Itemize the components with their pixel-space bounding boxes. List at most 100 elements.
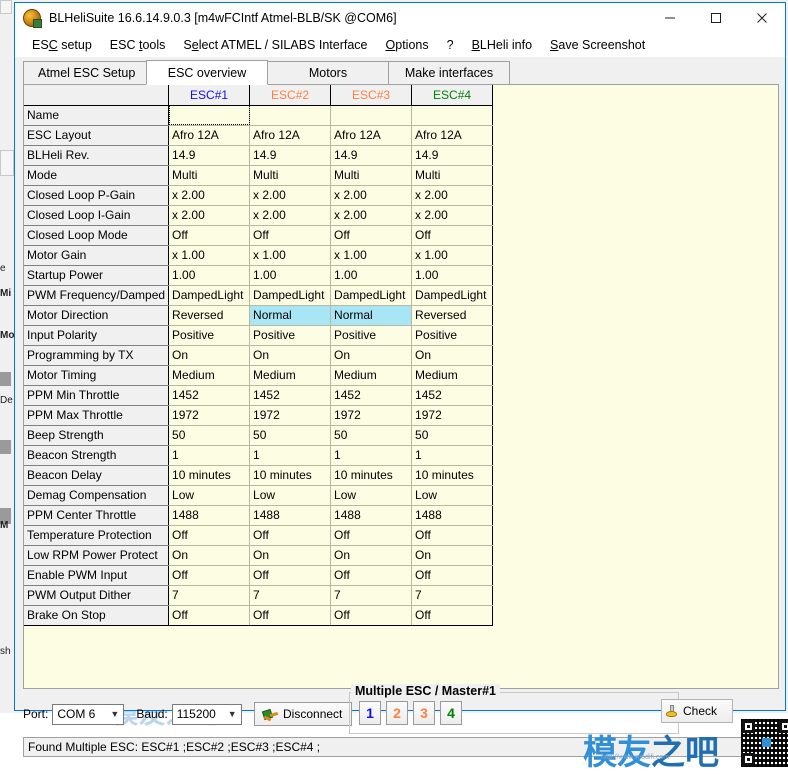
cell-4[interactable]: x 1.00 <box>411 245 494 266</box>
menu-help[interactable]: ? <box>438 36 463 54</box>
cell-3[interactable]: Low <box>330 485 413 506</box>
cell-3[interactable]: Medium <box>330 365 413 386</box>
tab-esc-overview[interactable]: ESC overview <box>146 60 268 85</box>
cell-1[interactable]: 1.00 <box>168 265 251 286</box>
cell-1[interactable]: x 1.00 <box>168 245 251 266</box>
cell-2[interactable]: Multi <box>249 165 332 186</box>
cell-4[interactable]: Off <box>411 225 494 246</box>
cell-2[interactable]: x 2.00 <box>249 205 332 226</box>
cell-2[interactable]: 1 <box>249 445 332 466</box>
cell-3[interactable]: On <box>330 545 413 566</box>
cell-4[interactable]: Medium <box>411 365 494 386</box>
cell-3[interactable]: Normal <box>330 305 413 326</box>
cell-3[interactable]: Off <box>330 565 413 586</box>
tab-atmel-esc-setup[interactable]: Atmel ESC Setup <box>23 61 147 84</box>
cell-4[interactable]: x 2.00 <box>411 205 494 226</box>
column-header-esc2[interactable]: ESC#2 <box>249 85 332 106</box>
disconnect-button[interactable]: Disconnect <box>253 702 352 726</box>
column-header-esc3[interactable]: ESC#3 <box>330 85 413 106</box>
menu-select-interface[interactable]: Select ATMEL / SILABS Interface <box>174 36 376 54</box>
cell-1[interactable]: 7 <box>168 585 251 606</box>
baud-select[interactable]: 115200 ▼ <box>171 703 242 725</box>
menu-save-screenshot[interactable]: Save Screenshot <box>541 36 654 54</box>
cell-2[interactable]: 1452 <box>249 385 332 406</box>
cell-1[interactable]: Off <box>168 605 251 626</box>
cell-3[interactable]: 10 minutes <box>330 465 413 486</box>
cell-3[interactable]: 14.9 <box>330 145 413 166</box>
close-icon[interactable] <box>739 3 785 33</box>
cell-2[interactable]: DampedLight <box>249 285 332 306</box>
esc-overview-grid-panel[interactable]: ESC#1 ESC#2 ESC#3 ESC#4 Name ESC Layout Af… <box>23 85 779 689</box>
cell-3[interactable]: 1 <box>330 445 413 466</box>
cell-4[interactable]: On <box>411 345 494 366</box>
cell-1[interactable]: 14.9 <box>168 145 251 166</box>
cell-4[interactable]: 1972 <box>411 405 494 426</box>
cell-4[interactable]: Off <box>411 565 494 586</box>
cell-1[interactable]: Reversed <box>168 305 251 326</box>
cell-1[interactable]: x 2.00 <box>168 185 251 206</box>
cell-1[interactable]: Off <box>168 565 251 586</box>
cell-2[interactable]: x 2.00 <box>249 185 332 206</box>
cell-4[interactable]: 14.9 <box>411 145 494 166</box>
cell-3[interactable]: x 2.00 <box>330 205 413 226</box>
cell-2[interactable]: On <box>249 345 332 366</box>
cell-3[interactable]: Off <box>330 225 413 246</box>
cell-3[interactable]: x 2.00 <box>330 185 413 206</box>
cell-3[interactable]: 1972 <box>330 405 413 426</box>
cell-4[interactable]: On <box>411 545 494 566</box>
menu-esc-setup[interactable]: ESC setup <box>23 36 101 54</box>
cell-3[interactable]: 7 <box>330 585 413 606</box>
menu-options[interactable]: Options <box>377 36 438 54</box>
cell-2[interactable]: 1972 <box>249 405 332 426</box>
cell-3[interactable] <box>330 105 413 126</box>
esc-select-button-4[interactable]: 4 <box>440 701 462 725</box>
menu-blheli-info[interactable]: BLHeli info <box>463 36 541 54</box>
cell-4[interactable]: Off <box>411 605 494 626</box>
cell-1[interactable]: Afro 12A <box>168 125 251 146</box>
cell-3[interactable]: Multi <box>330 165 413 186</box>
cell-1[interactable]: DampedLight <box>168 285 251 306</box>
cell-4[interactable]: 1 <box>411 445 494 466</box>
cell-4[interactable] <box>411 105 494 126</box>
cell-2[interactable]: Off <box>249 525 332 546</box>
cell-3[interactable]: Positive <box>330 325 413 346</box>
cell-2[interactable]: 14.9 <box>249 145 332 166</box>
cell-2[interactable]: Off <box>249 565 332 586</box>
cell-2[interactable] <box>249 105 332 126</box>
cell-1[interactable] <box>168 105 251 126</box>
cell-3[interactable]: 1452 <box>330 385 413 406</box>
cell-2[interactable]: Medium <box>249 365 332 386</box>
cell-3[interactable]: Afro 12A <box>330 125 413 146</box>
minimize-icon[interactable] <box>647 3 693 33</box>
cell-1[interactable]: Multi <box>168 165 251 186</box>
cell-3[interactable]: x 1.00 <box>330 245 413 266</box>
tab-make-interfaces[interactable]: Make interfaces <box>388 61 510 84</box>
cell-2[interactable]: 50 <box>249 425 332 446</box>
cell-4[interactable]: 1488 <box>411 505 494 526</box>
cell-4[interactable]: 1.00 <box>411 265 494 286</box>
cell-1[interactable]: Low <box>168 485 251 506</box>
maximize-icon[interactable] <box>693 3 739 33</box>
cell-1[interactable]: Off <box>168 525 251 546</box>
cell-3[interactable]: On <box>330 345 413 366</box>
tab-motors[interactable]: Motors <box>267 61 389 84</box>
cell-4[interactable]: 7 <box>411 585 494 606</box>
cell-3[interactable]: Off <box>330 605 413 626</box>
cell-2[interactable]: Low <box>249 485 332 506</box>
cell-3[interactable]: 1.00 <box>330 265 413 286</box>
cell-4[interactable]: Reversed <box>411 305 494 326</box>
cell-2[interactable]: x 1.00 <box>249 245 332 266</box>
column-header-esc1[interactable]: ESC#1 <box>168 85 251 106</box>
cell-4[interactable]: Afro 12A <box>411 125 494 146</box>
cell-4[interactable]: x 2.00 <box>411 185 494 206</box>
port-select[interactable]: COM 6 ▼ <box>52 703 125 725</box>
cell-1[interactable]: 50 <box>168 425 251 446</box>
cell-3[interactable]: 50 <box>330 425 413 446</box>
esc-select-button-2[interactable]: 2 <box>386 701 408 725</box>
cell-3[interactable]: Off <box>330 525 413 546</box>
cell-1[interactable]: 1972 <box>168 405 251 426</box>
cell-1[interactable]: x 2.00 <box>168 205 251 226</box>
cell-2[interactable]: 1.00 <box>249 265 332 286</box>
esc-select-button-3[interactable]: 3 <box>413 701 435 725</box>
cell-1[interactable]: Medium <box>168 365 251 386</box>
